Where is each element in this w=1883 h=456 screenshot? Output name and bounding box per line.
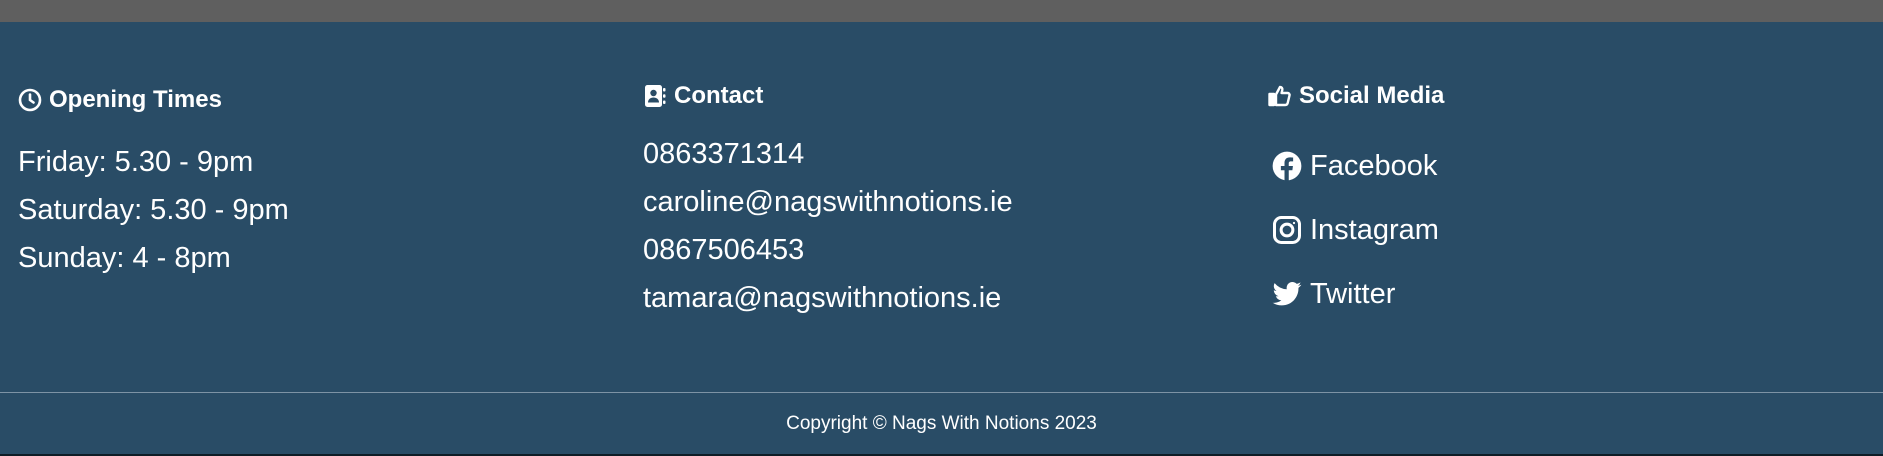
instagram-label: Instagram [1310,213,1439,246]
contact-section: Contact 0863371314 caroline@nagswithnoti… [643,82,1013,322]
opening-time-friday: Friday: 5.30 - 9pm [18,146,254,178]
contact-email-caroline[interactable]: caroline@nagswithnotions.ie [643,178,1013,226]
thumbs-up-icon [1268,84,1292,108]
opening-times-list: Friday: 5.30 - 9pm Saturday: 5.30 - 9pm … [18,138,289,282]
address-book-icon [643,84,667,108]
instagram-link[interactable]: Instagram [1272,198,1444,262]
opening-times-heading: Opening Times [18,86,289,114]
facebook-label: Facebook [1310,149,1438,182]
contact-email-tamara[interactable]: tamara@nagswithnotions.ie [643,274,1013,322]
clock-icon [18,88,42,112]
copyright-text: Copyright © Nags With Notions 2023 [786,413,1097,434]
opening-times-title: Opening Times [49,86,222,113]
top-bar [0,0,1883,22]
twitter-link[interactable]: Twitter [1272,262,1444,326]
contact-phone-tamara[interactable]: 0867506453 [643,226,1013,274]
site-footer: Opening Times Friday: 5.30 - 9pm Saturda… [0,22,1883,456]
social-links: Facebook Instagram Twitter [1272,134,1444,326]
contact-phone-caroline[interactable]: 0863371314 [643,130,1013,178]
contact-heading: Contact [643,82,1013,110]
contact-list: 0863371314 caroline@nagswithnotions.ie 0… [643,130,1013,322]
facebook-link[interactable]: Facebook [1272,134,1444,198]
social-media-heading: Social Media [1268,82,1444,110]
social-media-section: Social Media Facebook Instagram Twitter [1268,82,1444,326]
instagram-icon [1272,215,1302,245]
facebook-icon [1272,151,1302,181]
twitter-icon [1272,279,1302,309]
opening-time-sunday: Sunday: 4 - 8pm [18,242,231,274]
opening-time-saturday: Saturday: 5.30 - 9pm [18,194,289,226]
opening-times-section: Opening Times Friday: 5.30 - 9pm Saturda… [18,86,289,282]
contact-title: Contact [674,82,764,109]
twitter-label: Twitter [1310,277,1396,310]
social-media-title: Social Media [1299,82,1445,109]
footer-divider [0,392,1883,393]
